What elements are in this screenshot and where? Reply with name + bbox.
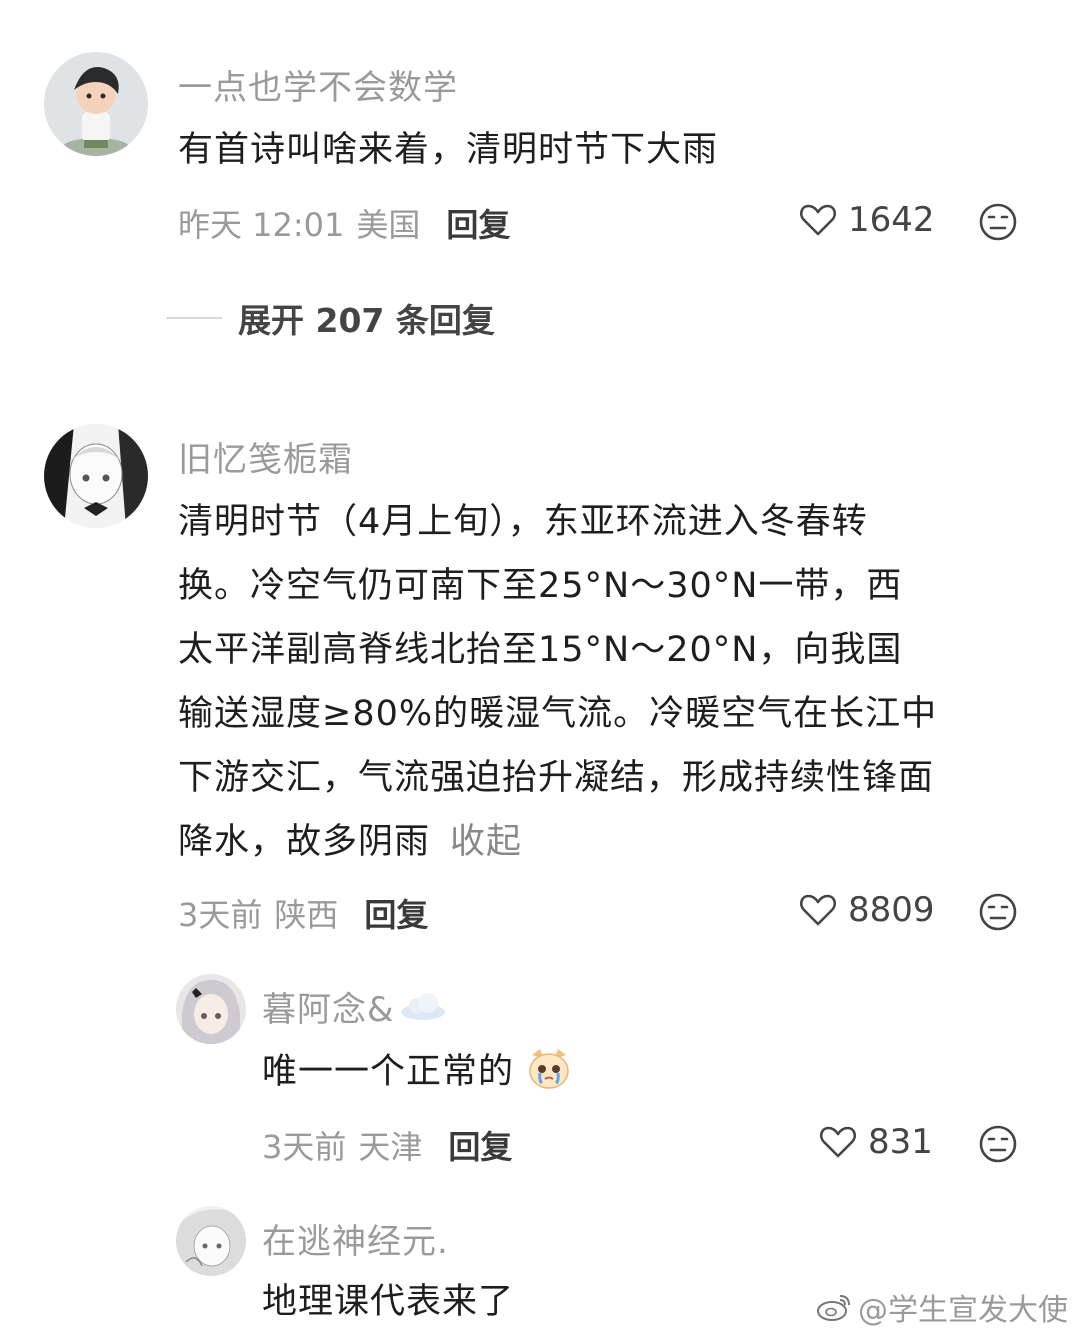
comment-line: 下游交汇，气流强迫抬升凝结，形成持续性锋面 — [178, 758, 935, 798]
comment-page: 一点也学不会数学 有首诗叫啥来着，清明时节下大雨 昨天 12:01 美国 回复 … — [0, 0, 1080, 1339]
comment-time: 3天前 — [178, 896, 263, 934]
collapse-button[interactable]: 收起 — [450, 822, 522, 862]
dislike-button[interactable] — [978, 892, 1018, 932]
watermark-text: @学生宣发大使 — [858, 1293, 1068, 1328]
avatar-image — [44, 52, 148, 156]
avatar[interactable] — [176, 1206, 246, 1276]
neutral-face-icon — [979, 893, 1017, 931]
reply-time: 3天前 — [262, 1128, 347, 1166]
avatar[interactable] — [44, 52, 148, 156]
like-button[interactable]: 831 — [818, 1122, 933, 1162]
avatar-image — [176, 1206, 246, 1276]
like-count: 1642 — [848, 200, 935, 240]
heart-outline-icon — [799, 894, 837, 926]
comment-location: 美国 — [356, 206, 421, 244]
comment-line: 清明时节（4月上旬），东亚环流进入冬春转 — [178, 502, 868, 542]
username-text: 暮阿念& — [262, 990, 395, 1030]
reply-text: 唯一一个正常的 — [262, 1040, 572, 1104]
comment-meta: 昨天 12:01 美国 回复 — [178, 200, 510, 246]
watermark: @学生宣发大使 — [816, 1285, 1068, 1329]
comment-line: 输送湿度≥80%的暖湿气流。冷暖空气在长江中 — [178, 694, 938, 734]
expand-replies-button[interactable]: 展开 207 条回复 — [166, 294, 495, 342]
username[interactable]: 暮阿念& — [262, 982, 449, 1031]
weibo-logo-icon — [817, 1295, 850, 1321]
comment-text: 清明时节（4月上旬），东亚环流进入冬春转 换。冷空气仍可南下至25°N～30°N… — [178, 490, 1058, 874]
username[interactable]: 旧忆笺栀霜 — [178, 432, 353, 481]
reply-location: 天津 — [358, 1128, 423, 1166]
comment-line: 换。冷空气仍可南下至25°N～30°N一带，西 — [178, 566, 903, 606]
neutral-face-icon — [979, 203, 1017, 241]
comment-line: 太平洋副高脊线北抬至15°N～20°N，向我国 — [178, 630, 903, 670]
heart-outline-icon — [799, 204, 837, 236]
reply-button[interactable]: 回复 — [448, 1122, 512, 1168]
expand-replies-label: 展开 207 条回复 — [238, 301, 495, 340]
heart-outline-icon — [819, 1126, 857, 1158]
avatar[interactable] — [44, 424, 148, 528]
reply-text-content: 唯一一个正常的 — [262, 1052, 515, 1092]
cloud-emoji-icon — [400, 992, 445, 1020]
like-count: 8809 — [848, 890, 935, 930]
reply-meta: 3天前 天津 回复 — [262, 1122, 512, 1168]
comment-text: 有首诗叫啥来着，清明时节下大雨 — [178, 130, 719, 170]
username[interactable]: 在逃神经元. — [262, 1214, 449, 1263]
comment-location: 陕西 — [274, 896, 339, 934]
reply-button[interactable]: 回复 — [364, 890, 428, 936]
comment-line-last: 降水，故多阴雨 收起 — [178, 810, 1058, 874]
dislike-button[interactable] — [978, 202, 1018, 242]
username[interactable]: 一点也学不会数学 — [178, 60, 458, 109]
dislike-button[interactable] — [978, 1124, 1018, 1164]
like-count: 831 — [868, 1122, 933, 1162]
comment-meta: 3天前 陕西 回复 — [178, 890, 428, 936]
comment-time: 昨天 12:01 — [178, 206, 345, 244]
avatar[interactable] — [176, 974, 246, 1044]
comment-line: 降水，故多阴雨 — [178, 822, 431, 862]
like-button[interactable]: 8809 — [798, 890, 935, 930]
divider-line — [166, 317, 222, 319]
reply-button[interactable]: 回复 — [446, 200, 510, 246]
like-button[interactable]: 1642 — [798, 200, 935, 240]
reply-text: 地理课代表来了 — [262, 1282, 515, 1322]
avatar-image — [176, 974, 246, 1044]
neutral-face-icon — [979, 1125, 1017, 1163]
crying-cat-emoji-icon — [529, 1049, 569, 1089]
avatar-image — [44, 424, 148, 528]
